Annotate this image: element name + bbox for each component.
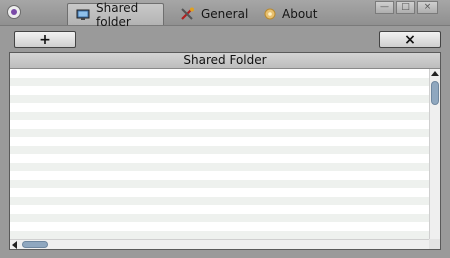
maximize-button[interactable]: □ [396, 1, 415, 14]
tab-shared-folder[interactable]: Shared folder [67, 1, 164, 29]
remove-folder-button[interactable]: × [379, 31, 441, 48]
minimize-icon: — [380, 2, 389, 12]
tab-label: Shared folder [96, 0, 139, 29]
x-icon: × [404, 31, 416, 48]
vertical-scroll-thumb[interactable] [431, 81, 439, 105]
tab-label: About [282, 7, 318, 21]
scroll-left-arrow-icon[interactable] [12, 241, 17, 249]
app-window: Shared folder General About — □ × + × Sh… [0, 0, 450, 258]
app-logo-icon [7, 5, 21, 19]
tab-general[interactable]: General [172, 3, 256, 25]
monitor-icon [76, 9, 90, 21]
horizontal-scroll-thumb[interactable] [22, 241, 48, 248]
shared-folder-table: Shared Folder [9, 52, 441, 250]
tab-about[interactable]: About [256, 3, 325, 25]
tools-icon [180, 7, 195, 21]
close-window-button[interactable]: × [417, 1, 438, 14]
minimize-button[interactable]: — [375, 1, 394, 14]
tab-label: General [201, 7, 249, 21]
maximize-icon: □ [401, 2, 410, 12]
close-icon: × [423, 2, 432, 12]
vertical-scrollbar[interactable] [429, 69, 440, 239]
title-bar: Shared folder General About — □ × [0, 0, 450, 29]
column-header-shared-folder[interactable]: Shared Folder [10, 53, 440, 69]
horizontal-scrollbar[interactable] [10, 239, 429, 249]
plus-icon: + [39, 31, 51, 48]
scrollbar-corner [429, 239, 440, 249]
scroll-up-arrow-icon[interactable] [431, 71, 439, 76]
add-folder-button[interactable]: + [14, 31, 76, 48]
info-icon [264, 8, 276, 20]
table-body[interactable] [10, 69, 429, 239]
